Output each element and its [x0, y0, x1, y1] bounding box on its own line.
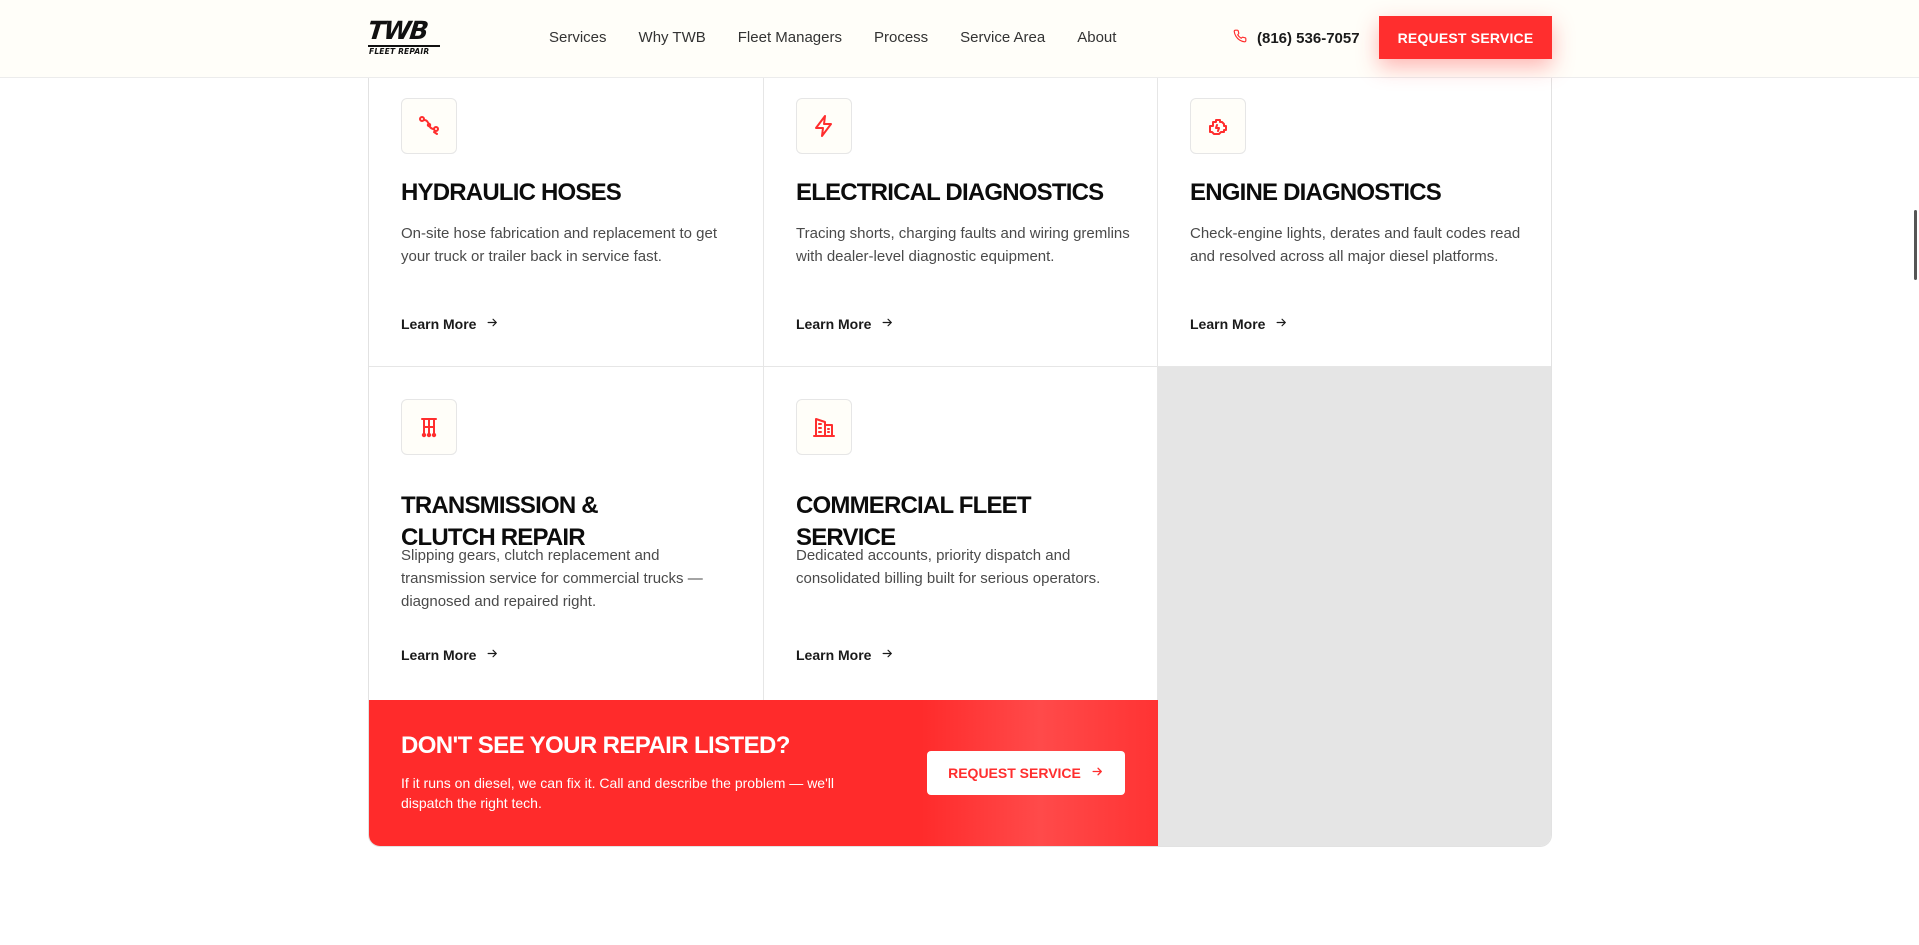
- learn-more-link[interactable]: Learn More: [401, 647, 499, 663]
- logo-text: TWB: [366, 16, 429, 45]
- service-title: HYDRAULIC HOSES: [401, 179, 622, 206]
- service-description: On-site hose fabrication and replacement…: [401, 225, 718, 265]
- learn-more-label: Learn More: [401, 647, 477, 663]
- phone-number: (816) 536-7057: [1257, 29, 1360, 47]
- learn-more-link[interactable]: Learn More: [796, 316, 894, 332]
- phone-link[interactable]: (816) 536-7057: [1233, 29, 1360, 47]
- cta-text: If it runs on diesel, we can fix it. Cal…: [401, 775, 834, 811]
- learn-more-label: Learn More: [1190, 316, 1266, 332]
- cta-button-label: REQUEST SERVICE: [948, 765, 1081, 781]
- hydraulic-hose-icon: [401, 98, 457, 154]
- site-header: TWB FLEET REPAIR Services Why TWB Fleet …: [0, 0, 1919, 78]
- transmission-icon: [401, 399, 457, 455]
- service-card-hydraulic-hoses: HYDRAULIC HOSES On-site hose fabrication…: [369, 78, 764, 367]
- learn-more-label: Learn More: [796, 316, 872, 332]
- service-card-commercial-fleet: COMMERCIAL FLEET SERVICE Dedicated accou…: [764, 367, 1158, 700]
- arrow-right-icon: [1275, 316, 1288, 332]
- nav-item-fleet-managers[interactable]: Fleet Managers: [738, 29, 842, 46]
- arrow-right-icon: [881, 647, 894, 663]
- nav-item-process[interactable]: Process: [874, 29, 928, 46]
- service-description: Dedicated accounts, priority dispatch an…: [796, 547, 1101, 587]
- learn-more-link[interactable]: Learn More: [1190, 316, 1288, 332]
- cta-title: DON'T SEE YOUR REPAIR LISTED?: [401, 732, 790, 759]
- request-service-button[interactable]: REQUEST SERVICE: [1379, 16, 1552, 59]
- empty-grid-cell: [1158, 367, 1551, 846]
- scrollbar-thumb[interactable]: [1914, 210, 1917, 280]
- nav-item-about[interactable]: About: [1077, 29, 1116, 46]
- engine-icon: [1190, 98, 1246, 154]
- building-icon: [796, 399, 852, 455]
- nav-item-why-twb[interactable]: Why TWB: [639, 29, 706, 46]
- service-description: Check-engine lights, derates and fault c…: [1190, 225, 1521, 265]
- cta-request-service-button[interactable]: REQUEST SERVICE: [927, 751, 1125, 795]
- arrow-right-icon: [881, 316, 894, 332]
- service-description: Slipping gears, clutch replacement and t…: [401, 547, 703, 610]
- arrow-right-icon: [486, 647, 499, 663]
- main-nav: Services Why TWB Fleet Managers Process …: [549, 29, 1148, 46]
- lightning-bolt-icon: [796, 98, 852, 154]
- cta-banner: DON'T SEE YOUR REPAIR LISTED? If it runs…: [369, 700, 1158, 846]
- services-grid: HYDRAULIC HOSES On-site hose fabrication…: [368, 78, 1552, 847]
- logo-subtext: FLEET REPAIR: [369, 47, 430, 56]
- learn-more-link[interactable]: Learn More: [401, 316, 499, 332]
- learn-more-label: Learn More: [401, 316, 477, 332]
- arrow-right-icon: [486, 316, 499, 332]
- service-card-engine-diagnostics: ENGINE DIAGNOSTICS Check-engine lights, …: [1158, 78, 1551, 367]
- logo[interactable]: TWB FLEET REPAIR: [366, 16, 444, 58]
- phone-icon: [1233, 29, 1247, 47]
- learn-more-link[interactable]: Learn More: [796, 647, 894, 663]
- service-card-transmission-clutch: TRANSMISSION & CLUTCH REPAIR Slipping ge…: [369, 367, 764, 700]
- arrow-right-icon: [1091, 765, 1104, 781]
- learn-more-label: Learn More: [796, 647, 872, 663]
- service-description: Tracing shorts, charging faults and wiri…: [796, 225, 1130, 265]
- nav-item-service-area[interactable]: Service Area: [960, 29, 1045, 46]
- service-card-electrical-diagnostics: ELECTRICAL DIAGNOSTICS Tracing shorts, c…: [764, 78, 1158, 367]
- service-title: ELECTRICAL DIAGNOSTICS: [796, 179, 1104, 206]
- nav-item-services[interactable]: Services: [549, 29, 607, 46]
- service-title: ENGINE DIAGNOSTICS: [1190, 179, 1442, 206]
